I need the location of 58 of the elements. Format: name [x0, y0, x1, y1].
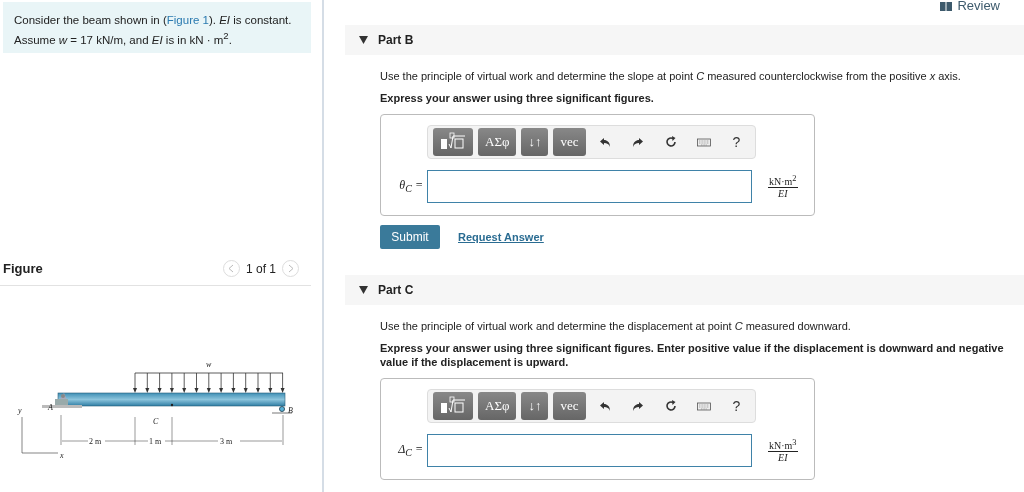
help-button[interactable]: ?	[722, 128, 751, 156]
book-icon	[940, 1, 953, 11]
question-text: Use the principle of virtual work and determine the displacement at point C measured downward.	[380, 319, 852, 333]
undo-icon[interactable]	[597, 135, 612, 149]
templates-button[interactable]	[433, 392, 473, 420]
help-button[interactable]: ?	[722, 392, 751, 420]
axis-label: y	[18, 406, 22, 415]
root-template-icon	[440, 131, 466, 150]
support-label: A	[48, 403, 53, 412]
instruction-text: Express your answer using three significant figures. Enter positive value if the displacement is downward and negative value if the displacement is upward.	[380, 341, 1005, 369]
figure-link[interactable]: Figure 1	[166, 14, 209, 26]
dimension-label: 1 m	[149, 437, 162, 446]
part-header[interactable]: Part B	[345, 25, 1024, 55]
point-label: C	[153, 417, 159, 426]
part-title: Part C	[378, 283, 414, 297]
symbol-button[interactable]: ΑΣφ	[478, 392, 517, 420]
review-label: Review	[957, 0, 1000, 13]
keyboard-icon[interactable]	[696, 399, 711, 413]
axes	[21, 416, 59, 454]
question-text: Use the principle of virtual work and determine the slope at point C measured counterclockwise from the positive x axis.	[380, 69, 962, 83]
undo-icon[interactable]	[597, 399, 612, 413]
instruction-text: Express your answer using three significant figures.	[380, 91, 655, 105]
part-title: Part B	[378, 33, 414, 47]
axis-label: x	[60, 451, 64, 460]
variable-label: Δ$_{C}$ =	[397, 442, 424, 459]
keyboard-icon[interactable]	[696, 135, 711, 149]
redo-icon[interactable]	[630, 135, 645, 149]
unit-fraction: kN·m$^{3}$ EI	[768, 437, 798, 464]
symbol-button[interactable]: ΑΣφ	[478, 128, 517, 156]
support-label: B	[288, 406, 293, 415]
variable-label: θ$_{C}$ =	[398, 178, 424, 195]
reset-icon[interactable]	[663, 399, 678, 413]
submit-button[interactable]: Submit	[380, 225, 440, 249]
dimension-label: 2 m	[89, 437, 102, 446]
review-link[interactable]: Review	[940, 0, 1000, 13]
part-header[interactable]: Part C	[345, 275, 1024, 305]
templates-button[interactable]	[433, 128, 473, 156]
figure-title: Figure	[3, 261, 44, 276]
symbol-button[interactable]: ↓↑	[521, 128, 549, 156]
roller-support	[272, 406, 292, 414]
symbol-button[interactable]: ↓↑	[521, 392, 549, 420]
dimension-label: 3 m	[220, 437, 233, 446]
answer-field[interactable]	[427, 170, 752, 203]
load-label: w	[206, 360, 212, 369]
chevron-right-icon	[287, 264, 294, 273]
symbol-button[interactable]: vec	[553, 128, 586, 156]
page-counter: 1 of 1	[245, 261, 276, 276]
chevron-left-icon	[228, 264, 235, 273]
symbol-button[interactable]: vec	[553, 392, 586, 420]
pin-support	[42, 393, 82, 408]
problem-statement: Consider the beam shown in (Figure 1). EI is constant. Assume w = 17 kN/m, and EI is in kN · m$^{2}$.	[14, 13, 293, 48]
point-marker	[170, 403, 174, 407]
reset-icon[interactable]	[663, 135, 678, 149]
request-answer-link[interactable]: Request Answer	[458, 231, 544, 243]
redo-icon[interactable]	[630, 399, 645, 413]
root-template-icon	[440, 395, 466, 414]
answer-field[interactable]	[427, 434, 752, 467]
unit-fraction: kN·m$^{2}$ EI	[768, 173, 798, 200]
